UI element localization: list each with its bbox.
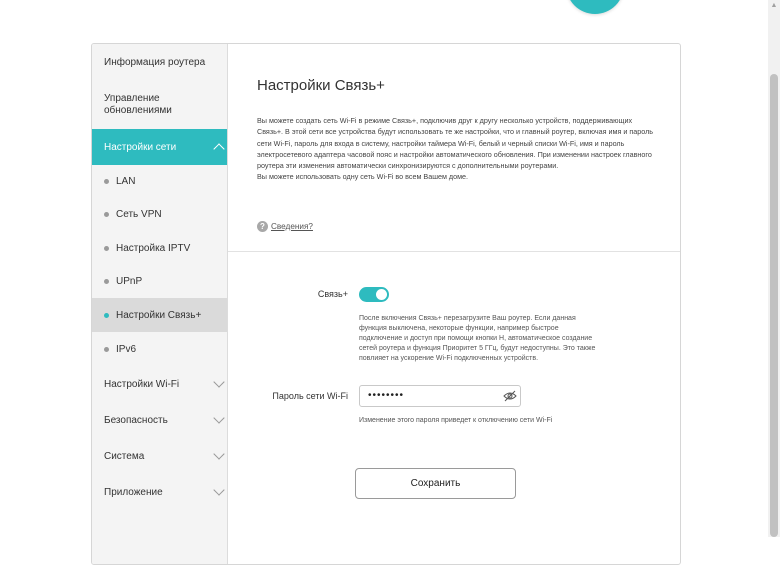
sidebar-item-label: Система [104,450,145,462]
info-link-text[interactable]: Сведения? [271,222,313,231]
chevron-down-icon [213,484,225,496]
question-icon: ? [257,221,268,232]
svyaz-label: Связь+ [317,289,348,299]
save-button[interactable]: Сохранить [355,468,516,499]
password-note: Изменение этого пароля приведет к отключ… [359,417,553,424]
bullet-icon [104,312,109,318]
description: Вы можете создать сеть Wi-Fi в режиме Св… [257,115,657,183]
description-text: Вы можете создать сеть Wi-Fi в режиме Св… [257,116,654,171]
sidebar-item-label: Настройки Связь+ [116,309,202,321]
scrollbar-thumb[interactable] [770,74,778,537]
sidebar-item-svyaz-settings[interactable]: Настройки Связь+ [92,298,227,332]
svyaz-toggle[interactable] [359,287,389,302]
top-logo-circle [566,0,624,14]
main-content: Настройки Связь+ Вы можете создать сеть … [228,44,680,564]
sidebar-item-iptv[interactable]: Настройка IPTV [92,231,227,265]
info-link[interactable]: ? Сведения? [257,221,313,232]
sidebar-item-label: IPv6 [116,343,137,355]
wifi-password-label: Пароль сети Wi-Fi [272,391,348,401]
page-title: Настройки Связь+ [257,77,385,94]
sidebar-item-ipv6[interactable]: IPv6 [92,332,227,366]
sidebar-item-label: LAN [116,176,136,187]
sidebar-item-label: Приложение [104,486,163,498]
scrollbar[interactable]: ▲ [768,0,780,537]
sidebar-item-security[interactable]: Безопасность [92,402,227,438]
sidebar-item-label: Сеть VPN [116,209,162,220]
sidebar-item-router-info[interactable]: Информация роутера [92,44,227,81]
wifi-password-input[interactable]: •••••••• [359,385,521,407]
sidebar-item-applications[interactable]: Приложение [92,474,227,510]
sidebar-item-system[interactable]: Система [92,438,227,474]
bullet-icon [104,279,109,284]
sidebar-item-update-management[interactable]: Управление обновлениями [92,85,227,125]
section-divider [228,251,680,252]
sidebar-item-label: Безопасность [104,414,168,426]
bullet-icon [104,179,109,184]
sidebar: Информация роутера Управление обновления… [92,44,228,564]
sidebar-item-label: Настройки Wi-Fi [104,378,180,390]
bullet-icon [104,212,109,217]
chevron-up-icon [213,143,225,155]
chevron-down-icon [213,376,225,388]
eye-icon[interactable] [503,390,517,402]
scroll-up-icon[interactable]: ▲ [770,2,778,10]
chevron-down-icon [213,412,225,424]
sidebar-item-label: Настройки сети [104,141,177,153]
settings-panel: Информация роутера Управление обновления… [91,43,681,565]
description-text-2: Вы можете использовать одну сеть Wi-Fi в… [257,172,469,182]
sidebar-item-lan[interactable]: LAN [92,165,227,198]
bullet-icon [104,346,109,352]
bullet-icon [104,245,109,251]
sidebar-item-network-settings[interactable]: Настройки сети [92,129,227,165]
sidebar-item-label: Настройка IPTV [116,242,191,254]
sidebar-item-label: Управление обновлениями [104,93,172,116]
sidebar-item-wifi-settings[interactable]: Настройки Wi-Fi [92,366,227,402]
toggle-knob [376,289,387,300]
sidebar-item-label: Информация роутера [104,57,206,68]
chevron-down-icon [213,448,225,460]
sidebar-item-label: UPnP [116,276,143,287]
svyaz-note: После включения Связь+ перезагрузите Ваш… [359,315,596,362]
sidebar-item-vpn[interactable]: Сеть VPN [92,198,227,231]
sidebar-item-upnp[interactable]: UPnP [92,265,227,298]
